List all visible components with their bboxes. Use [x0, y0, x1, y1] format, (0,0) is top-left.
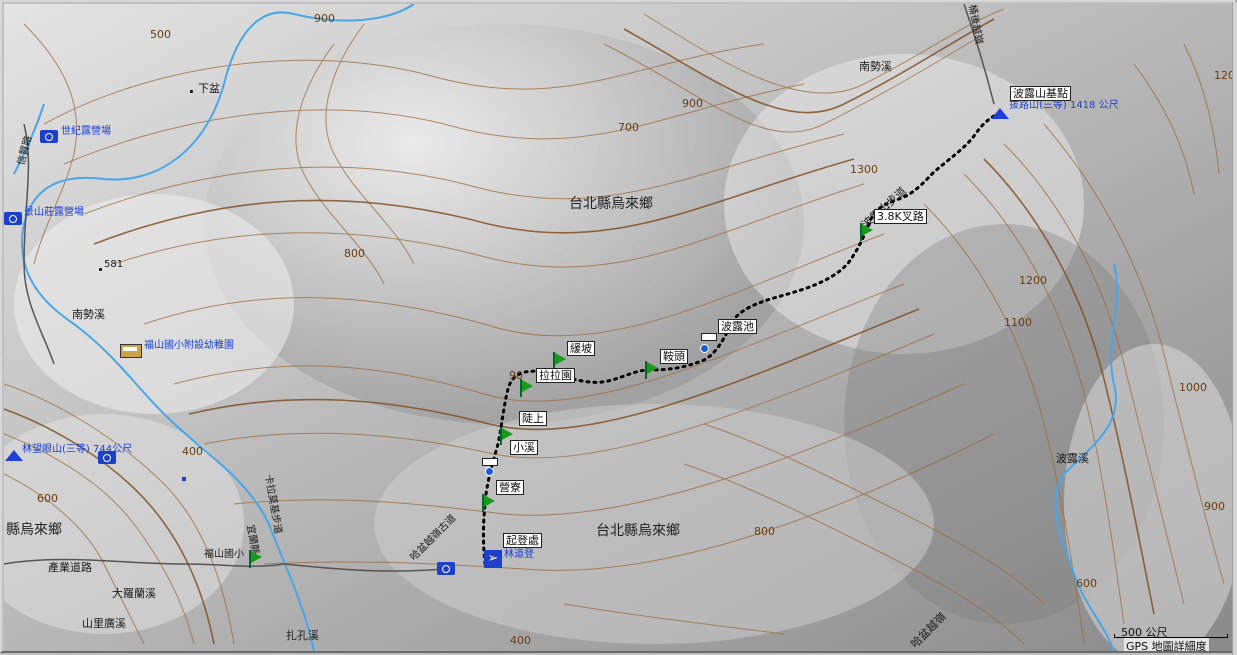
place-label: 下盆: [198, 82, 220, 95]
waypoint-label[interactable]: 3.8K叉路: [874, 209, 927, 224]
window-edge: [1232, 2, 1237, 655]
flag-icon[interactable]: [519, 379, 533, 397]
poi-label: 林道登: [504, 549, 534, 560]
elevation-label: 400: [182, 445, 203, 458]
elevation-label: 800: [754, 525, 775, 538]
point-marker: [182, 477, 186, 481]
place-label: 波露溪: [1056, 452, 1089, 465]
waypoint-label[interactable]: 緩坡: [567, 341, 595, 356]
elevation-label: 900: [682, 97, 703, 110]
parking-icon[interactable]: [437, 562, 455, 575]
waypoint-label[interactable]: 波露山基點: [1010, 86, 1071, 101]
camera-icon[interactable]: [98, 451, 116, 464]
elevation-label: 800: [344, 247, 365, 260]
flag-icon[interactable]: [644, 361, 658, 379]
region-label: 台北縣烏來鄉: [596, 523, 680, 539]
camera-icon[interactable]: [4, 212, 22, 225]
elevation-label: 1000: [1179, 381, 1207, 394]
waypoint-label[interactable]: 小溪: [510, 440, 538, 455]
map-credit: GPS 地圖詳細度: [1124, 638, 1209, 651]
elevation-label: 600: [1076, 577, 1097, 590]
point-marker: [99, 268, 102, 271]
elevation-label: 1100: [1004, 316, 1032, 329]
elevation-label: 400: [510, 634, 531, 647]
waypoint-label[interactable]: 波露池: [718, 319, 757, 334]
flag-icon[interactable]: [481, 494, 495, 512]
school-icon[interactable]: [120, 344, 142, 358]
place-label: 扎孔溪: [286, 629, 319, 642]
point-marker: [190, 90, 193, 93]
elevation-label: 500: [150, 28, 171, 41]
waypoint-label[interactable]: 營寮: [496, 480, 524, 495]
waypoint-label[interactable]: 陡上: [519, 411, 547, 426]
place-label: 產業道路: [48, 561, 92, 574]
elevation-label: 600: [37, 492, 58, 505]
elevation-label: 900: [314, 12, 335, 25]
place-label: 福山國小: [204, 549, 244, 560]
place-label: 山里廣溪: [82, 617, 126, 630]
elevation-label: 1200: [1214, 69, 1232, 82]
poi-label: 福山國小附設幼稚園: [144, 340, 234, 351]
place-label: 大羅蘭溪: [112, 587, 156, 600]
elevation-label: 1200: [1019, 274, 1047, 287]
pond-icon[interactable]: [701, 333, 717, 341]
place-label: 南勢溪: [859, 60, 892, 73]
place-label: 南勢溪: [72, 308, 105, 321]
topographic-map[interactable]: 台北縣烏來鄉 台北縣烏來鄉 縣烏來鄉 南勢溪 南勢溪 下盆 波露溪 產業道路 大…: [4, 4, 1232, 651]
waypoint-label[interactable]: 鞍頭: [660, 349, 688, 364]
poi-label: 拔路山(三等) 1418 公尺: [1009, 100, 1119, 111]
waypoint-label[interactable]: 起登處: [503, 533, 542, 548]
trailhead-icon[interactable]: ➢: [484, 550, 502, 568]
flag-icon[interactable]: [859, 223, 873, 241]
elevation-label: 1300: [850, 163, 878, 176]
summit-icon[interactable]: [5, 450, 23, 461]
summit-icon[interactable]: [991, 108, 1009, 119]
region-label: 台北縣烏來鄉: [569, 196, 653, 212]
waypoint-label[interactable]: 拉拉園: [536, 368, 575, 383]
camp-icon[interactable]: [482, 458, 498, 466]
map-window: 台北縣烏來鄉 台北縣烏來鄉 縣烏來鄉 南勢溪 南勢溪 下盆 波露溪 產業道路 大…: [0, 0, 1237, 655]
elevation-label: 900: [1204, 500, 1225, 513]
pin-icon[interactable]: [485, 467, 494, 476]
region-label: 縣烏來鄉: [6, 522, 62, 538]
elevation-label: 700: [618, 121, 639, 134]
poi-label: 世紀露營場: [61, 126, 111, 137]
camera-icon[interactable]: [40, 130, 58, 143]
pin-icon[interactable]: [700, 344, 709, 353]
poi-label: 景山莊露營場: [24, 207, 84, 218]
flag-icon[interactable]: [248, 550, 262, 568]
elevation-label: 581: [104, 259, 124, 270]
